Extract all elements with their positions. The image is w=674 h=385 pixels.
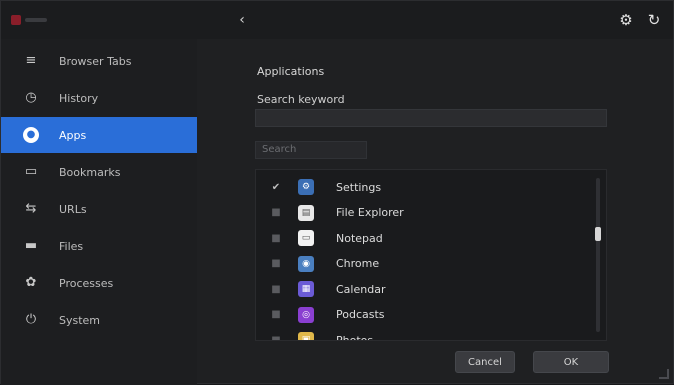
title-bar: ‹ ⚙ ↻ xyxy=(1,1,673,39)
checkbox[interactable]: ✔ xyxy=(270,182,282,193)
list-scrollbar[interactable] xyxy=(595,178,601,332)
gear-icon: ✿ xyxy=(25,275,37,290)
history-icon: ◷ xyxy=(25,90,37,105)
explorer-app-icon: ▤ xyxy=(298,204,314,221)
bookmark-icon: ▭ xyxy=(24,164,38,179)
list-icon: ≡ xyxy=(25,53,37,68)
list-item[interactable]: ■ ▦ Calendar xyxy=(256,276,586,302)
list-item[interactable]: ✔ ⚙ Settings xyxy=(256,174,586,200)
podcast-app-icon: ◎ xyxy=(298,306,314,323)
checkbox[interactable]: ■ xyxy=(270,207,282,218)
app-list[interactable]: ■ ▣ Photos ■ ◎ Podcasts ■ ▦ Calendar ■ ◉ Chrome ■ ▭ No… xyxy=(255,169,607,341)
refresh-icon[interactable]: ↻ xyxy=(645,11,663,29)
app-name: Notepad xyxy=(336,231,383,245)
list-item[interactable]: ■ ◉ Chrome xyxy=(256,251,586,277)
sidebar-item-files[interactable]: ▬ Files xyxy=(1,228,197,264)
checkbox[interactable]: ■ xyxy=(270,335,282,341)
main-panel: Applications Search keyword Search ■ ▣ Pho… xyxy=(197,39,673,385)
notepad-app-icon: ▭ xyxy=(298,230,314,246)
search-keyword-label: Search keyword xyxy=(257,93,345,106)
resize-grip[interactable] xyxy=(659,369,669,379)
app-name: Calendar xyxy=(336,282,386,296)
checkbox[interactable]: ■ xyxy=(270,284,282,295)
back-button[interactable]: ‹ xyxy=(233,13,251,27)
sidebar-item-urls[interactable]: ⇆ URLs xyxy=(1,191,197,227)
list-item[interactable]: ■ ▭ Notepad xyxy=(256,225,586,251)
power-icon: ⏻ xyxy=(25,312,37,327)
folder-icon: ▬ xyxy=(24,238,38,253)
photos-app-icon: ▣ xyxy=(298,332,314,340)
browser-app-icon: ◉ xyxy=(298,255,314,272)
sidebar-item-label: History xyxy=(59,91,99,105)
ok-button[interactable]: OK xyxy=(533,351,609,373)
search-keyword-input[interactable] xyxy=(255,109,607,127)
list-item[interactable]: ■ ◎ Podcasts xyxy=(256,302,586,328)
app-name: Settings xyxy=(336,180,382,194)
sidebar-item-system[interactable]: ⏻ System xyxy=(1,302,197,338)
sidebar-item-label: Processes xyxy=(59,276,114,290)
section-title: Applications xyxy=(257,65,325,78)
sidebar-item-history[interactable]: ◷ History xyxy=(1,80,197,116)
sidebar-item-label: Apps xyxy=(59,128,87,142)
filter-search-input[interactable]: Search xyxy=(255,141,367,159)
sidebar-item-browser-tabs[interactable]: ≡ Browser Tabs xyxy=(1,43,197,79)
calendar-app-icon: ▦ xyxy=(298,281,314,297)
sidebar-item-bookmarks[interactable]: ▭ Bookmarks xyxy=(1,154,197,190)
list-item[interactable]: ■ ▤ File Explorer xyxy=(256,200,586,226)
checkbox[interactable]: ■ xyxy=(270,258,282,269)
checkbox[interactable]: ■ xyxy=(270,233,282,244)
sidebar-item-label: URLs xyxy=(59,202,87,216)
list-item[interactable]: ■ ▣ Photos xyxy=(256,327,586,341)
app-name: Chrome xyxy=(336,257,380,270)
app-logo-icon xyxy=(11,15,51,25)
sidebar-item-apps[interactable]: ● Apps xyxy=(1,117,197,153)
settings-gear-icon[interactable]: ⚙ xyxy=(617,11,635,29)
sidebar-item-label: Bookmarks xyxy=(59,165,121,179)
settings-app-icon: ⚙ xyxy=(298,179,314,195)
app-name: Podcasts xyxy=(336,308,385,321)
cancel-button[interactable]: Cancel xyxy=(455,351,515,373)
scrollbar-thumb[interactable] xyxy=(595,227,601,241)
app-name: File Explorer xyxy=(336,206,404,219)
sidebar-item-label: System xyxy=(59,313,101,327)
app-window: ‹ ⚙ ↻ ≡ Browser Tabs ◷ History ● Apps ▭ Bookmar… xyxy=(0,0,674,385)
sidebar-item-label: Files xyxy=(59,239,84,253)
link-icon: ⇆ xyxy=(25,201,37,216)
sidebar-item-label: Browser Tabs xyxy=(59,54,132,68)
app-name: Photos xyxy=(336,333,374,341)
sidebar-item-processes[interactable]: ✿ Processes xyxy=(1,265,197,301)
apps-icon: ● xyxy=(23,127,39,143)
checkbox[interactable]: ■ xyxy=(270,309,282,320)
sidebar: ≡ Browser Tabs ◷ History ● Apps ▭ Bookmarks ⇆ URL… xyxy=(1,39,197,385)
